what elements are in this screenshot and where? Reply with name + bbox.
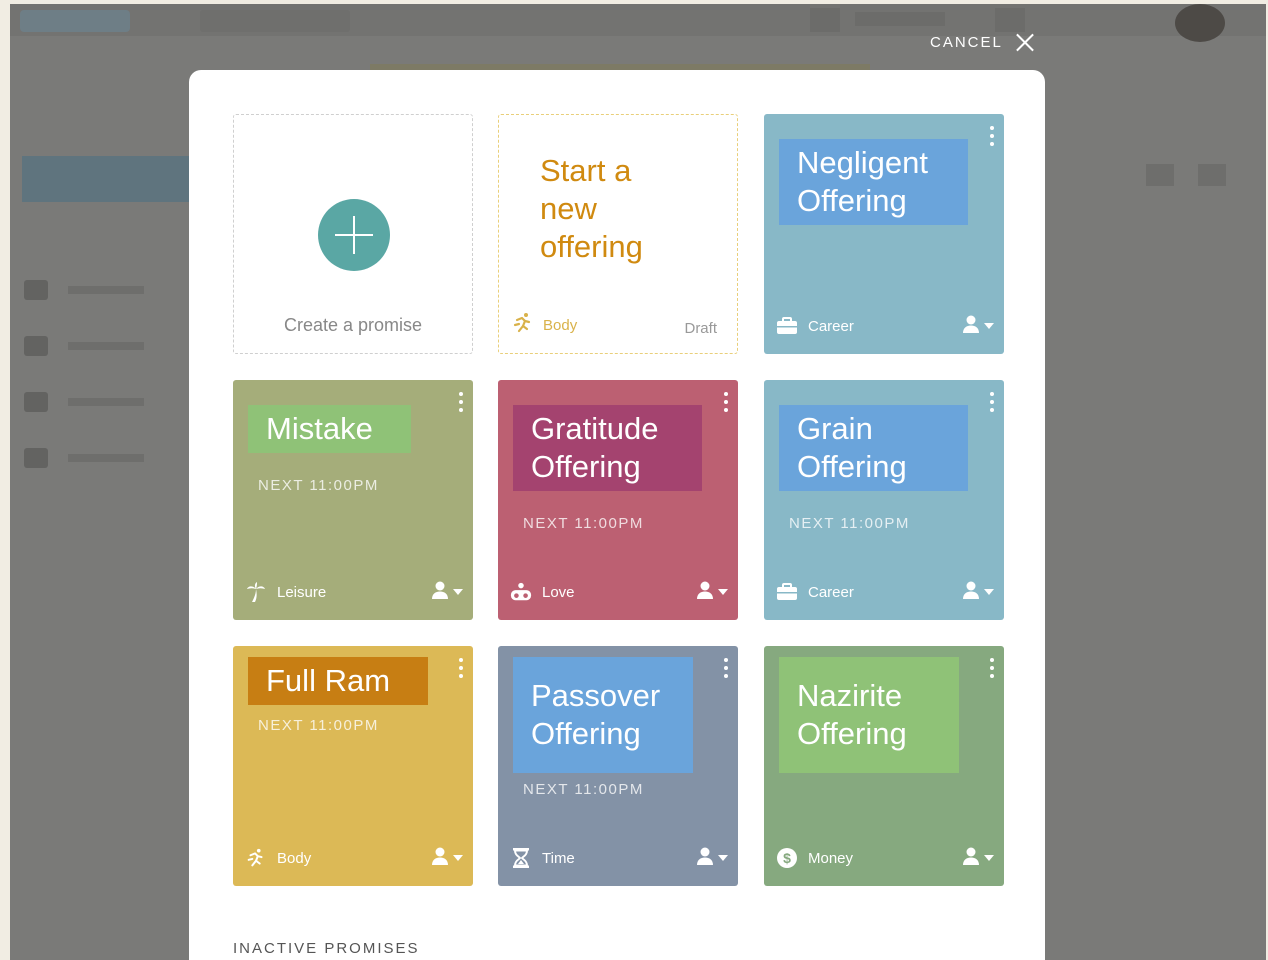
briefcase-icon — [776, 315, 798, 337]
background-avatar — [1175, 4, 1225, 42]
owner-dropdown[interactable] — [432, 847, 463, 870]
user-icon — [697, 581, 713, 604]
user-icon — [432, 847, 448, 870]
draft-status: Draft — [684, 320, 717, 337]
card-title: Nazirite Offering — [779, 657, 959, 773]
chevron-down-icon — [984, 323, 994, 329]
promise-card-passover-offering[interactable]: Passover Offering NEXT 11:00PM Time — [498, 646, 738, 886]
love-icon — [510, 581, 532, 603]
draft-category: Body — [511, 311, 577, 339]
background-sidebar-item — [24, 448, 144, 468]
promise-card-grain-offering[interactable]: Grain Offering NEXT 11:00PM Career — [764, 380, 1004, 620]
plus-icon[interactable] — [318, 199, 390, 271]
card-title: Mistake — [248, 405, 411, 453]
card-title: Negligent Offering — [779, 139, 968, 225]
create-promise-card[interactable]: Create a promise — [233, 114, 473, 354]
background-settings-icon — [995, 8, 1025, 32]
chevron-down-icon — [984, 855, 994, 861]
money-icon: $ — [776, 847, 798, 869]
owner-dropdown[interactable] — [963, 315, 994, 338]
background-sidebar-item — [24, 392, 144, 412]
svg-text:$: $ — [783, 850, 791, 866]
card-footer: Career — [776, 314, 994, 338]
card-footer: Leisure — [245, 580, 463, 604]
owner-dropdown[interactable] — [432, 581, 463, 604]
chevron-down-icon — [453, 855, 463, 861]
card-footer: Time — [510, 846, 728, 870]
card-title: Full Ram — [248, 657, 428, 705]
more-options-icon[interactable] — [458, 392, 464, 412]
hourglass-icon — [510, 847, 532, 869]
more-options-icon[interactable] — [723, 392, 729, 412]
background-sidebar-item — [24, 280, 144, 300]
background-topbar — [10, 4, 1266, 36]
draft-category-label: Body — [543, 316, 578, 334]
user-icon — [432, 581, 448, 604]
chevron-down-icon — [984, 589, 994, 595]
card-category-label: Career — [808, 583, 854, 601]
inactive-promises-heading: INACTIVE PROMISES — [233, 940, 420, 957]
briefcase-icon — [776, 581, 798, 603]
chevron-down-icon — [718, 855, 728, 861]
promise-card-mistake[interactable]: Mistake NEXT 11:00PM Leisure — [233, 380, 473, 620]
card-category-label: Love — [542, 583, 575, 601]
next-time: NEXT 11:00PM — [523, 515, 644, 532]
next-time: NEXT 11:00PM — [258, 717, 379, 734]
more-options-icon[interactable] — [458, 658, 464, 678]
user-icon — [697, 847, 713, 870]
cancel-label: CANCEL — [930, 33, 1003, 51]
background-grid-icon — [1146, 164, 1174, 186]
owner-dropdown[interactable] — [963, 847, 994, 870]
chevron-down-icon — [453, 589, 463, 595]
chevron-down-icon — [718, 589, 728, 595]
user-icon — [963, 315, 979, 338]
more-options-icon[interactable] — [723, 658, 729, 678]
more-options-icon[interactable] — [989, 126, 995, 146]
cancel-button[interactable]: CANCEL — [930, 32, 1035, 52]
background-logo — [20, 10, 130, 32]
promise-card-gratitude-offering[interactable]: Gratitude Offering NEXT 11:00PM Love — [498, 380, 738, 620]
card-title: Passover Offering — [513, 657, 693, 773]
background-topbar-text — [855, 12, 945, 26]
promise-card-nazirite-offering[interactable]: Nazirite Offering $ Money — [764, 646, 1004, 886]
card-title: Grain Offering — [779, 405, 968, 491]
promise-card-full-ram[interactable]: Full Ram NEXT 11:00PM Body — [233, 646, 473, 886]
card-category-label: Money — [808, 849, 854, 867]
palm-tree-icon — [245, 581, 267, 603]
draft-offering-card[interactable]: Start a new offering Body Draft — [498, 114, 738, 354]
card-category-label: Time — [542, 849, 575, 867]
card-footer: Love — [510, 580, 728, 604]
owner-dropdown[interactable] — [697, 581, 728, 604]
card-footer: $ Money — [776, 846, 994, 870]
more-options-icon[interactable] — [989, 658, 995, 678]
more-options-icon[interactable] — [989, 392, 995, 412]
create-promise-label: Create a promise — [283, 315, 423, 335]
promise-picker-modal: Create a promise Start a new offering Bo… — [189, 70, 1045, 960]
user-icon — [963, 847, 979, 870]
user-icon — [963, 581, 979, 604]
owner-dropdown[interactable] — [697, 847, 728, 870]
background-sidebar-item — [24, 336, 144, 356]
card-footer: Career — [776, 580, 994, 604]
next-time: NEXT 11:00PM — [258, 477, 379, 494]
background-tab — [200, 10, 350, 32]
card-category-label: Career — [808, 317, 854, 335]
next-time: NEXT 11:00PM — [789, 515, 910, 532]
owner-dropdown[interactable] — [963, 581, 994, 604]
card-footer: Body — [245, 846, 463, 870]
background-calendar-icon — [1198, 164, 1226, 186]
close-icon — [1015, 32, 1035, 52]
promise-card-negligent-offering[interactable]: Negligent Offering Career — [764, 114, 1004, 354]
card-category-label: Leisure — [277, 583, 327, 601]
draft-title: Start a new offering — [520, 142, 680, 276]
card-title: Gratitude Offering — [513, 405, 702, 491]
running-icon — [511, 311, 535, 339]
card-category-label: Body — [277, 849, 312, 867]
running-icon — [245, 847, 267, 869]
background-add-button — [22, 156, 192, 202]
next-time: NEXT 11:00PM — [523, 781, 644, 798]
background-notification-icon — [810, 8, 840, 32]
